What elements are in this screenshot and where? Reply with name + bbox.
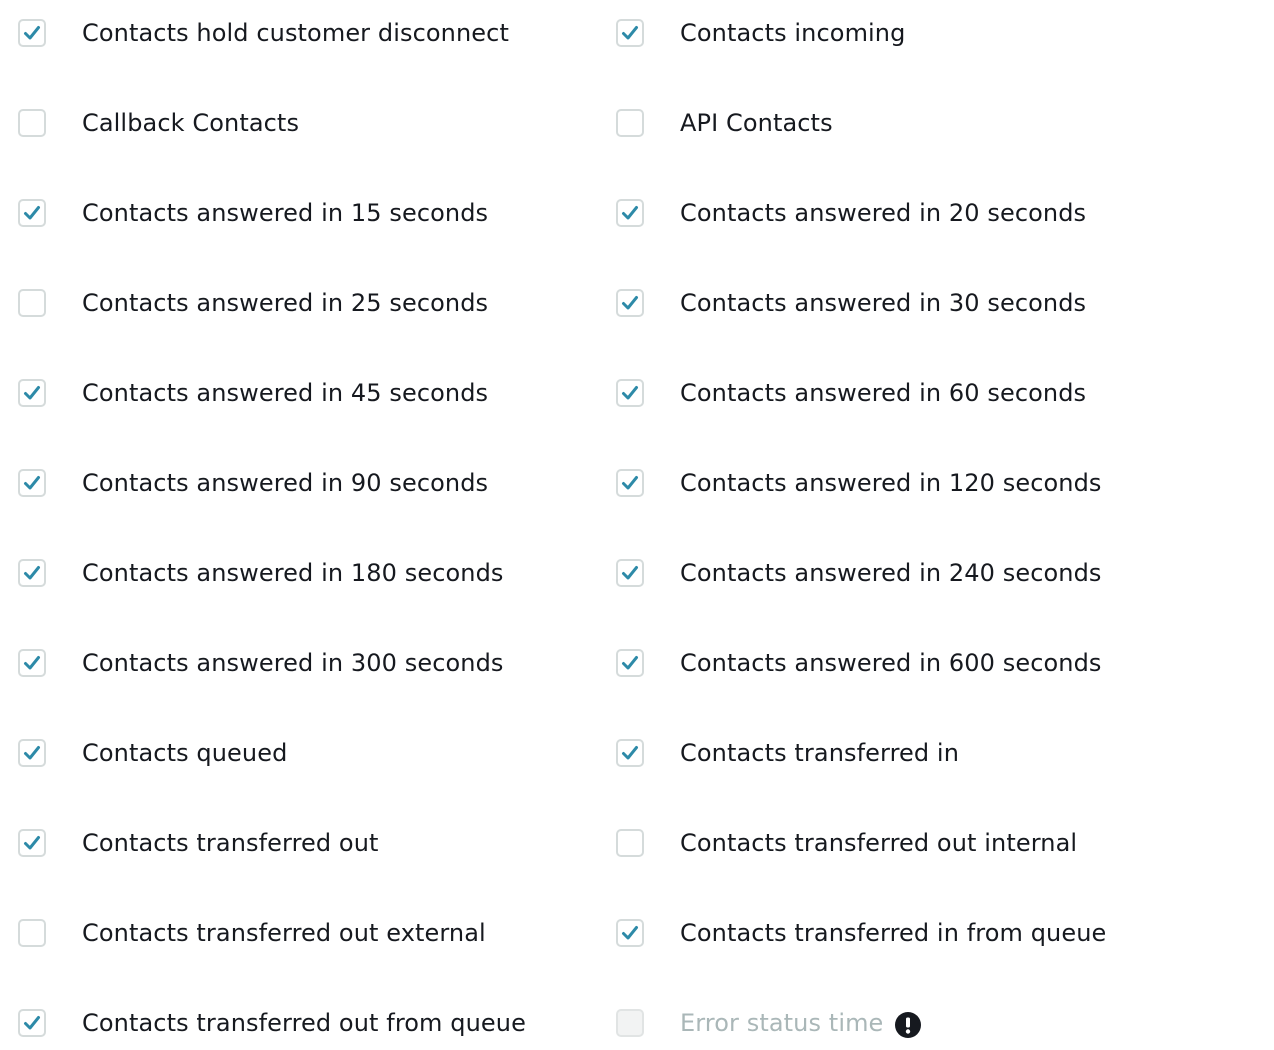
checkbox-row-answered-45[interactable]: Contacts answered in 45 seconds xyxy=(18,377,488,409)
checkbox[interactable] xyxy=(18,469,46,497)
checkbox-label: Contacts answered in 45 seconds xyxy=(82,379,489,407)
checkbox-row-error-status-time: Error status time xyxy=(616,1007,922,1039)
checkbox[interactable] xyxy=(18,19,46,47)
checkbox-row-answered-600[interactable]: Contacts answered in 600 seconds xyxy=(616,647,1102,679)
checkbox-row-transferred-out-external[interactable]: Contacts transferred out external xyxy=(18,917,486,949)
metrics-checkbox-grid: Contacts hold customer disconnect Callba… xyxy=(0,0,1274,1050)
checkbox-row-answered-180[interactable]: Contacts answered in 180 seconds xyxy=(18,557,504,589)
checkbox-label: Contacts answered in 600 seconds xyxy=(680,649,1102,677)
checkmark-icon xyxy=(622,656,638,670)
checkbox-row-transferred-out-from-queue[interactable]: Contacts transferred out from queue xyxy=(18,1007,526,1039)
checkbox[interactable] xyxy=(18,109,46,137)
checkbox[interactable] xyxy=(616,289,644,317)
checkbox-label: Contacts answered in 120 seconds xyxy=(680,469,1102,497)
checkbox-row-answered-120[interactable]: Contacts answered in 120 seconds xyxy=(616,467,1102,499)
checkmark-icon xyxy=(24,1016,40,1030)
checkmark-icon xyxy=(622,26,638,40)
checkbox[interactable] xyxy=(616,829,644,857)
checkbox-row-answered-60[interactable]: Contacts answered in 60 seconds xyxy=(616,377,1086,409)
checkbox-label: Callback Contacts xyxy=(82,109,300,137)
checkbox[interactable] xyxy=(616,19,644,47)
checkbox[interactable] xyxy=(616,199,644,227)
checkbox-label: Contacts transferred out from queue xyxy=(82,1009,526,1037)
checkbox-label: Contacts answered in 90 seconds xyxy=(82,469,489,497)
checkbox-label: Contacts queued xyxy=(82,739,288,767)
checkbox[interactable] xyxy=(18,739,46,767)
checkbox-label: Contacts answered in 25 seconds xyxy=(82,289,489,317)
checkbox[interactable] xyxy=(18,829,46,857)
checkmark-icon xyxy=(622,926,638,940)
checkbox-row-contacts-queued[interactable]: Contacts queued xyxy=(18,737,287,769)
checkmark-icon xyxy=(24,386,40,400)
checkmark-icon xyxy=(622,746,638,760)
checkbox-row-contacts-hold-customer-disconnect[interactable]: Contacts hold customer disconnect xyxy=(18,17,509,49)
checkbox-row-answered-90[interactable]: Contacts answered in 90 seconds xyxy=(18,467,488,499)
checkmark-icon xyxy=(622,476,638,490)
checkbox[interactable] xyxy=(616,379,644,407)
checkbox-disabled xyxy=(616,1009,644,1037)
checkbox-label: Contacts answered in 15 seconds xyxy=(82,199,489,227)
exclamation-circle-icon[interactable] xyxy=(895,1011,922,1038)
checkbox-row-api-contacts[interactable]: API Contacts xyxy=(616,107,833,139)
checkbox[interactable] xyxy=(616,109,644,137)
checkbox-row-callback-contacts[interactable]: Callback Contacts xyxy=(18,107,299,139)
checkbox-row-transferred-in[interactable]: Contacts transferred in xyxy=(616,737,959,769)
checkmark-icon xyxy=(24,206,40,220)
checkbox-label: Contacts answered in 240 seconds xyxy=(680,559,1102,587)
checkmark-icon xyxy=(622,566,638,580)
checkbox-label: Contacts transferred out external xyxy=(82,919,486,947)
checkmark-icon xyxy=(24,836,40,850)
checkmark-icon xyxy=(24,656,40,670)
checkbox-label: Contacts transferred out internal xyxy=(680,829,1078,857)
checkbox-label: API Contacts xyxy=(680,109,833,137)
checkbox[interactable] xyxy=(18,919,46,947)
checkbox[interactable] xyxy=(18,379,46,407)
checkmark-icon xyxy=(24,566,40,580)
checkbox-row-answered-20[interactable]: Contacts answered in 20 seconds xyxy=(616,197,1086,229)
checkbox-row-transferred-out-internal[interactable]: Contacts transferred out internal xyxy=(616,827,1077,859)
checkbox-row-answered-240[interactable]: Contacts answered in 240 seconds xyxy=(616,557,1102,589)
checkbox[interactable] xyxy=(18,1009,46,1037)
checkbox[interactable] xyxy=(616,469,644,497)
checkmark-icon xyxy=(24,26,40,40)
checkbox[interactable] xyxy=(616,649,644,677)
checkbox[interactable] xyxy=(18,199,46,227)
checkbox-label: Contacts answered in 30 seconds xyxy=(680,289,1087,317)
checkbox[interactable] xyxy=(616,559,644,587)
checkbox[interactable] xyxy=(616,739,644,767)
checkbox-row-contacts-incoming[interactable]: Contacts incoming xyxy=(616,17,905,49)
checkbox[interactable] xyxy=(616,919,644,947)
checkmark-icon xyxy=(622,206,638,220)
checkbox-label: Contacts answered in 60 seconds xyxy=(680,379,1087,407)
checkmark-icon xyxy=(622,386,638,400)
checkbox[interactable] xyxy=(18,289,46,317)
checkbox[interactable] xyxy=(18,559,46,587)
checkbox-label: Contacts transferred in from queue xyxy=(680,919,1107,947)
checkbox-label: Contacts answered in 180 seconds xyxy=(82,559,504,587)
checkbox-label: Contacts incoming xyxy=(680,19,906,47)
checkmark-icon xyxy=(24,746,40,760)
checkbox-label: Contacts transferred out xyxy=(82,829,379,857)
checkbox-row-answered-15[interactable]: Contacts answered in 15 seconds xyxy=(18,197,488,229)
checkbox[interactable] xyxy=(18,649,46,677)
checkbox-row-answered-25[interactable]: Contacts answered in 25 seconds xyxy=(18,287,488,319)
checkbox-row-transferred-in-from-queue[interactable]: Contacts transferred in from queue xyxy=(616,917,1106,949)
checkbox-label: Contacts answered in 300 seconds xyxy=(82,649,504,677)
checkmark-icon xyxy=(622,296,638,310)
checkbox-label: Contacts hold customer disconnect xyxy=(82,19,509,47)
checkmark-icon xyxy=(24,476,40,490)
checkbox-row-answered-30[interactable]: Contacts answered in 30 seconds xyxy=(616,287,1086,319)
checkbox-label: Contacts answered in 20 seconds xyxy=(680,199,1087,227)
checkbox-label: Error status time xyxy=(680,1009,884,1037)
checkbox-row-transferred-out[interactable]: Contacts transferred out xyxy=(18,827,379,859)
checkbox-row-answered-300[interactable]: Contacts answered in 300 seconds xyxy=(18,647,504,679)
checkbox-label: Contacts transferred in xyxy=(680,739,960,767)
